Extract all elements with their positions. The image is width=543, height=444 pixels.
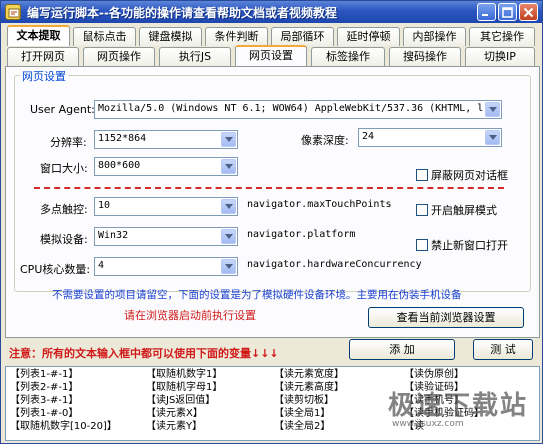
tab-text-extract[interactable]: 文本提取 bbox=[7, 25, 70, 46]
resolution-select[interactable]: 1152*864 bbox=[94, 130, 238, 149]
device-label: 模拟设备: bbox=[40, 233, 88, 246]
window-size-select[interactable]: 800*600 bbox=[94, 157, 238, 176]
tab-mouse-click[interactable]: 鼠标点击 bbox=[73, 27, 136, 46]
tab-switch-ip[interactable]: 切换IP bbox=[465, 47, 535, 66]
top-tab-bar: 文本提取 鼠标点击 键盘模拟 条件判断 局部循环 延时停顿 内部操作 其它操作 bbox=[5, 25, 540, 47]
resolution-label: 分辨率: bbox=[50, 136, 87, 149]
touch-label: 多点触控: bbox=[40, 203, 88, 216]
device-hint: navigator.platform bbox=[247, 229, 356, 240]
user-agent-label: User Agent: bbox=[30, 103, 95, 116]
script-editor-window: 编写运行脚本--各功能的操作请查看帮助文档或者视频教程 文本提取 鼠标点击 键盘… bbox=[0, 0, 543, 444]
no-new-window-label: 禁止新窗口打开 bbox=[431, 239, 508, 252]
variable-item[interactable]: 【读剪切板】 bbox=[274, 395, 334, 407]
variable-item[interactable]: 【读伪原创】 bbox=[404, 369, 464, 381]
cpu-select[interactable]: 4 bbox=[94, 257, 238, 276]
tab-internal[interactable]: 内部操作 bbox=[403, 27, 466, 46]
tab-keyboard[interactable]: 键盘模拟 bbox=[139, 27, 202, 46]
tab-open-page[interactable]: 打开网页 bbox=[7, 47, 79, 66]
window-title: 编写运行脚本--各功能的操作请查看帮助文档或者视频教程 bbox=[27, 6, 337, 20]
section-divider bbox=[34, 187, 504, 189]
cpu-value: 4 bbox=[98, 260, 105, 271]
info-text: 不需要设置的项目请留空，下面的设置是为了模拟硬件设备环境。主要用在伪装手机设备 bbox=[52, 289, 462, 301]
add-button[interactable]: 添 加 bbox=[349, 339, 455, 360]
touch-hint: navigator.maxTouchPoints bbox=[247, 199, 392, 210]
variable-item[interactable]: 【读元素Y】 bbox=[146, 421, 202, 433]
block-dialog-label: 屏蔽网页对话框 bbox=[431, 169, 508, 182]
tab-captcha[interactable]: 搜码操作 bbox=[389, 47, 461, 66]
title-bar[interactable]: 编写运行脚本--各功能的操作请查看帮助文档或者视频教程 bbox=[1, 1, 542, 23]
depth-label: 像素深度: bbox=[301, 134, 349, 147]
tab-loop[interactable]: 局部循环 bbox=[271, 27, 334, 46]
enable-touch-checkbox[interactable]: 开启触屏模式 bbox=[416, 202, 497, 218]
variable-item[interactable]: 【取随机数字1】 bbox=[146, 369, 222, 381]
device-value: Win32 bbox=[98, 230, 129, 241]
depth-select[interactable]: 24 bbox=[358, 128, 502, 147]
checkbox-box[interactable] bbox=[416, 169, 428, 181]
chevron-down-icon[interactable] bbox=[221, 159, 236, 174]
chevron-down-icon[interactable] bbox=[485, 130, 500, 145]
touch-select[interactable]: 10 bbox=[94, 197, 238, 216]
tab-run-js[interactable]: 执行JS bbox=[159, 47, 231, 66]
sub-tab-bar: 打开网页 网页操作 执行JS 网页设置 标签操作 搜码操作 切换IP bbox=[5, 45, 540, 67]
tab-other[interactable]: 其它操作 bbox=[469, 27, 535, 46]
variable-item[interactable]: 【读元素X】 bbox=[146, 408, 203, 420]
watermark-url: www.jisuxz.com bbox=[391, 419, 464, 429]
chevron-down-icon[interactable] bbox=[221, 229, 236, 244]
watermark: 极速下载站 www.jisuxz.com bbox=[387, 385, 528, 429]
variable-item[interactable]: 【读全局2】 bbox=[274, 421, 330, 433]
variable-item[interactable]: 【读JS返回值】 bbox=[146, 395, 215, 407]
user-agent-value: Mozilla/5.0 (Windows NT 6.1; WOW64) Appl… bbox=[98, 103, 483, 114]
tab-condition[interactable]: 条件判断 bbox=[205, 27, 268, 46]
chevron-down-icon[interactable] bbox=[485, 102, 500, 117]
device-select[interactable]: Win32 bbox=[94, 227, 238, 246]
variables-notice: 注意：所有的文本输入框中都可以使用下面的变量↓↓↓ bbox=[9, 347, 279, 360]
view-browser-settings-button[interactable]: 查看当前浏览器设置 bbox=[368, 307, 524, 328]
chevron-down-icon[interactable] bbox=[221, 199, 236, 214]
block-dialog-checkbox[interactable]: 屏蔽网页对话框 bbox=[416, 167, 508, 183]
checkbox-box[interactable] bbox=[416, 204, 428, 216]
checkbox-box[interactable] bbox=[416, 239, 428, 251]
variable-item[interactable]: 【取随机字母1】 bbox=[146, 382, 222, 394]
variable-item[interactable]: 【取随机数字[10-20]】 bbox=[10, 421, 117, 433]
app-icon bbox=[5, 4, 21, 20]
variable-item[interactable]: 【列表1-#-0】 bbox=[10, 408, 78, 420]
chevron-down-icon[interactable] bbox=[221, 259, 236, 274]
touch-value: 10 bbox=[98, 200, 111, 211]
user-agent-select[interactable]: Mozilla/5.0 (Windows NT 6.1; WOW64) Appl… bbox=[94, 100, 502, 119]
depth-value: 24 bbox=[362, 131, 375, 142]
chevron-down-icon[interactable] bbox=[221, 132, 236, 147]
tab-page-operation[interactable]: 网页操作 bbox=[83, 47, 155, 66]
cpu-label: CPU核心数量: bbox=[20, 263, 91, 276]
maximize-button[interactable] bbox=[498, 3, 517, 21]
tab-page-settings[interactable]: 网页设置 bbox=[235, 45, 307, 66]
minimize-button[interactable] bbox=[477, 3, 496, 21]
variable-item[interactable]: 【读元素宽度】 bbox=[274, 369, 344, 381]
settings-panel: 网页设置 User Agent: Mozilla/5.0 (Windows NT… bbox=[5, 66, 540, 338]
resolution-value: 1152*864 bbox=[98, 133, 147, 144]
variable-item[interactable]: 【列表2-#-1】 bbox=[10, 382, 78, 394]
no-new-window-checkbox[interactable]: 禁止新窗口打开 bbox=[416, 237, 508, 253]
window-size-label: 窗口大小: bbox=[40, 162, 88, 175]
tab-tag-operation[interactable]: 标签操作 bbox=[311, 47, 385, 66]
watermark-text: 极速下载站 bbox=[387, 391, 528, 421]
variable-item[interactable]: 【读全局1】 bbox=[274, 408, 330, 420]
variable-item[interactable]: 【列表1-#-1】 bbox=[10, 369, 78, 381]
enable-touch-label: 开启触屏模式 bbox=[431, 204, 497, 217]
window-size-value: 800*600 bbox=[98, 160, 141, 171]
close-button[interactable] bbox=[519, 3, 538, 21]
test-button[interactable]: 测 试 bbox=[473, 339, 533, 360]
restart-note: 请在浏览器启动前执行设置 bbox=[124, 309, 256, 322]
tab-delay[interactable]: 延时停顿 bbox=[337, 27, 400, 46]
variable-item[interactable]: 【读元素高度】 bbox=[274, 382, 344, 394]
group-title: 网页设置 bbox=[20, 68, 68, 84]
variable-item[interactable]: 【列表3-#-1】 bbox=[10, 395, 78, 407]
cpu-hint: navigator.hardwareConcurrency bbox=[247, 259, 422, 270]
